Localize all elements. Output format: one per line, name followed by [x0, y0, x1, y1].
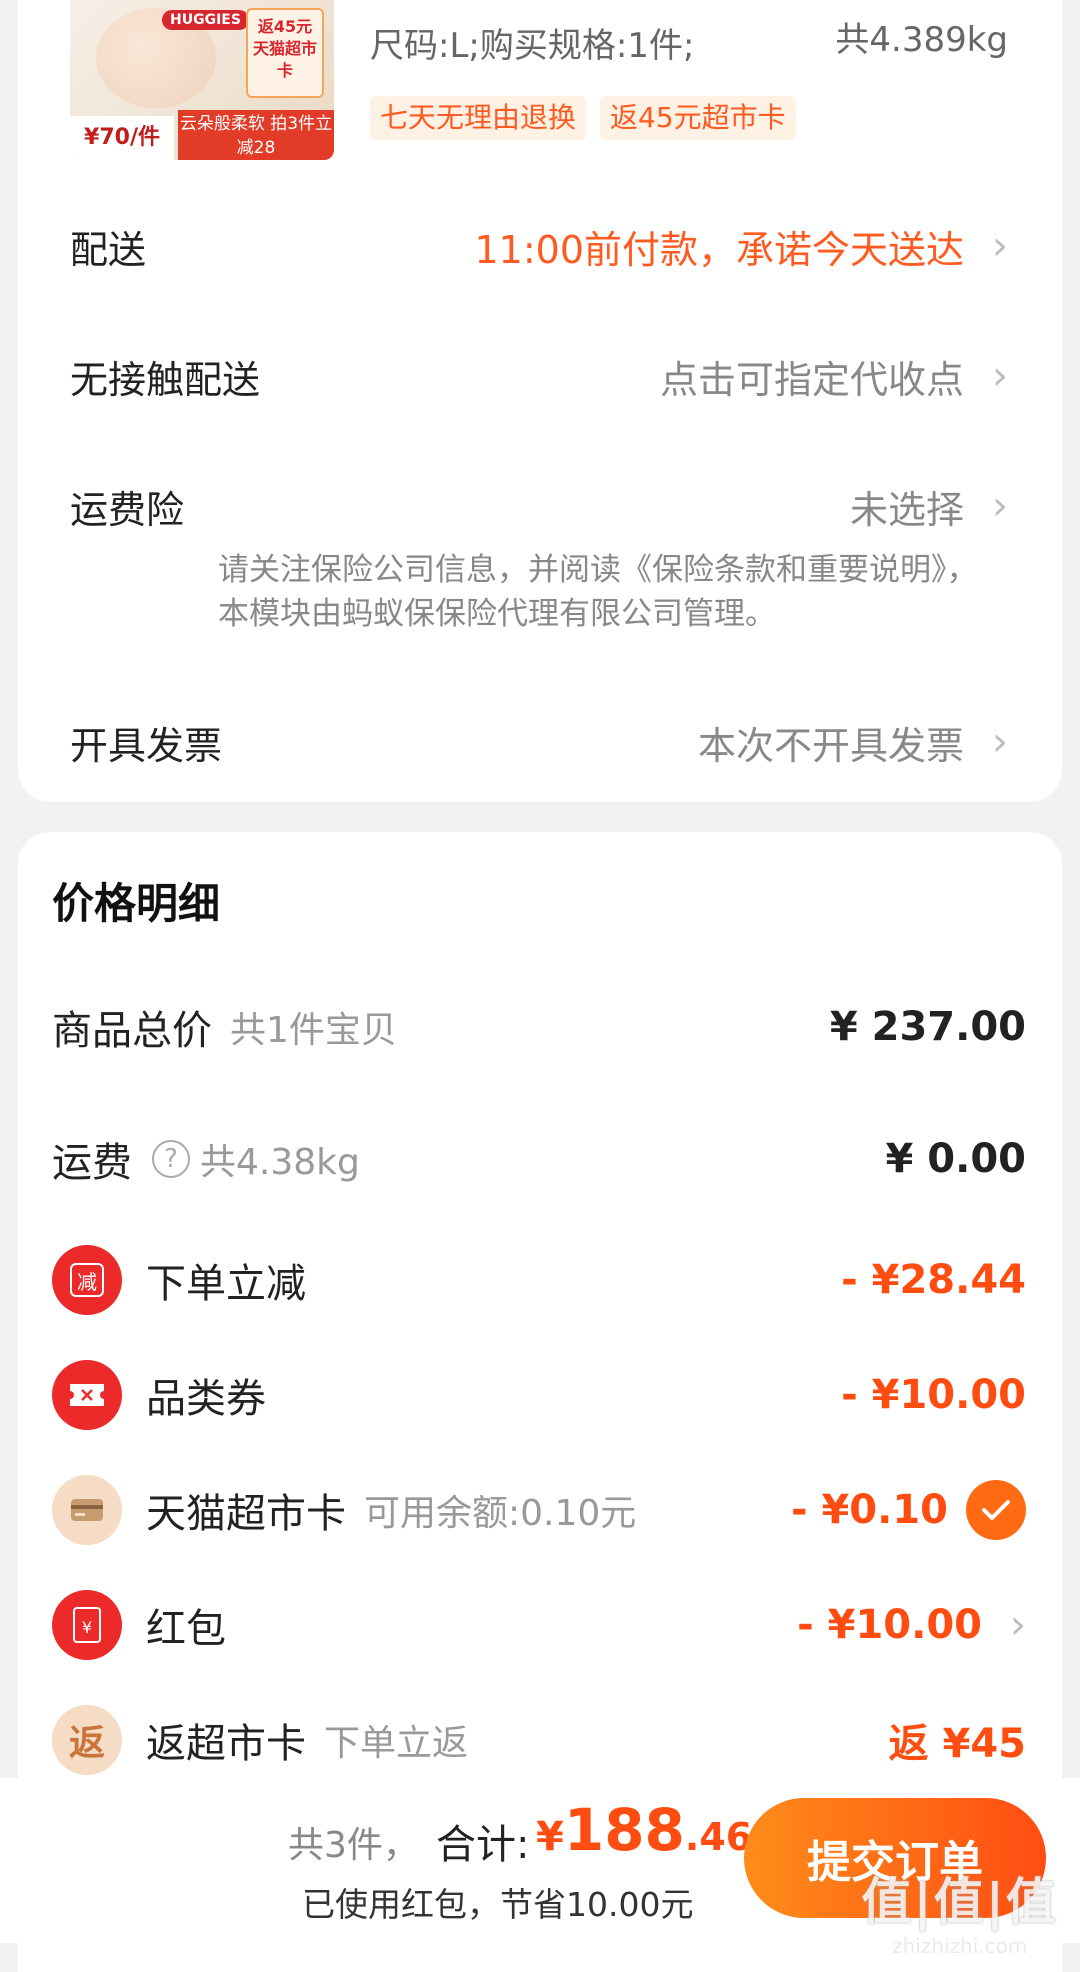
invoice-label: 开具发票 — [70, 723, 223, 768]
total-label: 合计: — [436, 1822, 530, 1868]
product-spec: 尺码:L;购买规格:1件; — [370, 26, 695, 66]
total-price: ¥188.46 — [536, 1796, 752, 1864]
total-price-decimal: .46 — [684, 1815, 753, 1859]
service-tag: 返45元超市卡 — [600, 96, 796, 140]
price-detail-title: 价格明细 — [52, 879, 221, 928]
shipping-fee-sub: 共4.38kg — [200, 1142, 360, 1183]
total-price-integer: 188 — [563, 1796, 685, 1864]
invoice-value: 本次不开具发票 — [697, 723, 964, 768]
shipping-insurance-label: 运费险 — [70, 487, 185, 532]
insurance-notice[interactable]: 请关注保险公司信息，并阅读《保险条款和重要说明》，本模块由蚂蚁保保险代理有限公司… — [218, 548, 1008, 636]
red-packet-row[interactable]: ¥ 红包 - ¥10.00 › — [52, 1590, 1026, 1660]
chevron-right-icon: › — [992, 483, 1008, 529]
promo-badge: 返45元 天猫超市卡 — [246, 8, 324, 98]
delivery-row[interactable]: 配送 11:00前付款，承诺今天送达 › — [70, 216, 1008, 276]
cashback-card-label: 返超市卡 — [146, 1721, 306, 1767]
item-count: 共3件， — [288, 1825, 419, 1866]
cashback-icon: 返 — [52, 1705, 122, 1775]
watermark-logo: 值|值|值 — [861, 1873, 1058, 1931]
order-discount-row: 减 下单立减 - ¥28.44 — [52, 1245, 1026, 1315]
supermarket-card-row[interactable]: 天猫超市卡 可用余额:0.10元 - ¥0.10 — [52, 1475, 1026, 1545]
chevron-right-icon: › — [992, 719, 1008, 765]
shipping-insurance-row[interactable]: 运费险 未选择 › — [70, 476, 1008, 536]
product-thumbnail[interactable]: HUGGIES 返45元 天猫超市卡 ¥70/件 云朵般柔软 拍3件立减28 — [70, 0, 334, 160]
category-coupon-amount: - ¥10.00 — [841, 1372, 1026, 1418]
chevron-right-icon: › — [992, 353, 1008, 399]
contactless-delivery-row[interactable]: 无接触配送 点击可指定代收点 › — [70, 346, 1008, 406]
thumb-ribbon: 云朵般柔软 拍3件立减28 — [178, 110, 334, 160]
order-discount-amount: - ¥28.44 — [841, 1257, 1026, 1303]
supermarket-card-label: 天猫超市卡 — [146, 1491, 346, 1537]
discount-icon: 减 — [52, 1245, 122, 1315]
supermarket-card-amount: - ¥0.10 — [790, 1487, 948, 1533]
brand-logo: HUGGIES — [162, 10, 249, 30]
category-coupon-label: 品类券 — [146, 1376, 266, 1422]
invoice-row[interactable]: 开具发票 本次不开具发票 › — [70, 712, 1008, 772]
checkout-bar: 共3件， 合计: ¥188.46 已使用红包，节省10.00元 提交订单 值|值… — [0, 1778, 1080, 1958]
contactless-delivery-value: 点击可指定代收点 — [659, 357, 964, 402]
savings-text: 已使用红包，节省10.00元 — [302, 1885, 694, 1924]
supermarket-card-balance: 可用余额:0.10元 — [364, 1493, 637, 1534]
watermark: 值|值|值 zhizhizhi.com — [861, 1862, 1058, 1958]
checkmark-icon[interactable] — [966, 1480, 1026, 1540]
delivery-value: 11:00前付款，承诺今天送达 — [474, 227, 964, 272]
order-discount-label: 下单立减 — [146, 1261, 306, 1307]
total-price-currency: ¥ — [536, 1814, 564, 1860]
service-tag: 七天无理由退换 — [370, 96, 587, 140]
contactless-delivery-label: 无接触配送 — [70, 357, 261, 402]
goods-total-amount: ¥ 237.00 — [829, 1004, 1026, 1050]
shipping-fee-label: 运费 — [52, 1140, 132, 1186]
chevron-right-icon: › — [1010, 1602, 1026, 1648]
thumb-price: ¥70/件 — [70, 116, 174, 160]
goods-total-label: 商品总价 — [52, 1008, 212, 1054]
coupon-icon — [52, 1360, 122, 1430]
cashback-card-amount: 返 ¥45 — [888, 1721, 1026, 1767]
cashback-card-row: 返 返超市卡 下单立返 返 ¥45 — [52, 1705, 1026, 1775]
red-packet-amount: - ¥10.00 — [797, 1602, 982, 1648]
card-icon — [52, 1475, 122, 1545]
product-weight: 共4.389kg — [835, 20, 1008, 60]
shipping-fee-row: 运费 ? 共4.38kg ¥ 0.00 — [52, 1124, 1026, 1194]
cashback-card-sub: 下单立返 — [324, 1723, 469, 1764]
goods-total-row: 商品总价 共1件宝贝 ¥ 237.00 — [52, 992, 1026, 1062]
delivery-label: 配送 — [70, 227, 147, 272]
shipping-insurance-value: 未选择 — [849, 487, 964, 532]
chevron-right-icon: › — [992, 223, 1008, 269]
goods-total-sub: 共1件宝贝 — [230, 1010, 397, 1051]
watermark-url: zhizhizhi.com — [892, 1934, 1028, 1958]
order-info-card: HUGGIES 返45元 天猫超市卡 ¥70/件 云朵般柔软 拍3件立减28 尺… — [18, 0, 1062, 802]
category-coupon-row[interactable]: 品类券 - ¥10.00 — [52, 1360, 1026, 1430]
red-packet-icon: ¥ — [52, 1590, 122, 1660]
shipping-fee-amount: ¥ 0.00 — [885, 1136, 1026, 1182]
help-icon[interactable]: ? — [152, 1140, 190, 1178]
red-packet-label: 红包 — [146, 1606, 226, 1652]
